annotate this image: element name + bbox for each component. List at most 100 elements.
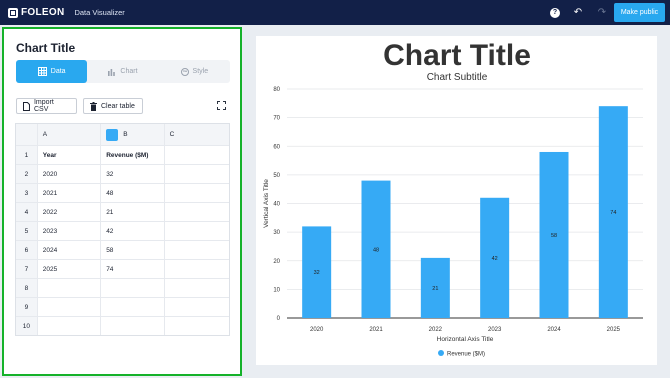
chart-subtitle: Chart Subtitle <box>427 72 488 83</box>
cell[interactable] <box>165 146 229 164</box>
legend-swatch <box>438 350 444 356</box>
cell[interactable] <box>38 298 102 316</box>
clear-table-label: Clear table <box>101 102 135 110</box>
chart-title: Chart Title <box>383 39 531 72</box>
row-number: 4 <box>16 203 38 221</box>
table-row: 7 2025 74 <box>16 259 229 278</box>
undo-icon[interactable]: ↶ <box>572 7 584 18</box>
cell[interactable]: Year <box>38 146 102 164</box>
app-title: Data Visualizer <box>74 8 125 17</box>
cell[interactable] <box>101 279 165 297</box>
y-axis-title: Vertical Axis Title <box>263 179 270 228</box>
cell[interactable]: 2020 <box>38 165 102 183</box>
clear-table-button[interactable]: Clear table <box>83 98 143 114</box>
tab-chart[interactable]: Chart <box>87 60 158 83</box>
row-number: 3 <box>16 184 38 202</box>
logo-text: FOLEON <box>21 7 65 18</box>
table-row: 8 <box>16 278 229 297</box>
import-csv-button[interactable]: Import CSV <box>16 98 77 114</box>
table-row: 10 <box>16 316 229 335</box>
cell[interactable]: 42 <box>101 222 165 240</box>
table-icon <box>37 67 47 76</box>
cell[interactable]: Revenue ($M) <box>101 146 165 164</box>
corner-cell <box>16 124 38 145</box>
data-label: 74 <box>610 210 616 216</box>
cell[interactable]: 32 <box>101 165 165 183</box>
bar-chart-icon <box>108 68 116 76</box>
chart-preview: Chart Title Chart Subtitle 0 10 20 30 40 50 60 70… <box>256 36 657 365</box>
cell[interactable] <box>38 279 102 297</box>
cell[interactable] <box>165 279 229 297</box>
row-number: 2 <box>16 165 38 183</box>
cell[interactable]: 2023 <box>38 222 102 240</box>
tab-style-label: Style <box>192 68 209 75</box>
cell[interactable]: 2025 <box>38 260 102 278</box>
cell[interactable]: 74 <box>101 260 165 278</box>
row-number: 6 <box>16 241 38 259</box>
table-row: 1 Year Revenue ($M) <box>16 145 229 164</box>
cell[interactable] <box>165 203 229 221</box>
cell[interactable] <box>165 184 229 202</box>
data-label: 48 <box>373 247 379 253</box>
redo-icon[interactable]: ↷ <box>596 7 608 18</box>
row-number: 10 <box>16 317 38 335</box>
cell[interactable]: 58 <box>101 241 165 259</box>
x-tick-label: 2021 <box>369 327 383 333</box>
tab-style[interactable]: Style <box>159 60 230 83</box>
series-color-swatch[interactable] <box>106 128 119 141</box>
y-tick-label: 80 <box>273 87 280 93</box>
cell[interactable]: 2024 <box>38 241 102 259</box>
data-label: 21 <box>432 286 438 292</box>
cell[interactable] <box>165 317 229 335</box>
y-tick-label: 0 <box>277 316 281 322</box>
table-row: 5 2023 42 <box>16 221 229 240</box>
cell[interactable] <box>165 298 229 316</box>
row-number: 1 <box>16 146 38 164</box>
y-tick-label: 10 <box>273 287 280 293</box>
column-header-a[interactable]: A <box>38 124 102 145</box>
fullscreen-icon[interactable] <box>217 101 226 110</box>
cell[interactable] <box>165 260 229 278</box>
palette-icon <box>180 67 189 76</box>
file-icon <box>23 101 30 111</box>
column-header-c[interactable]: C <box>165 124 229 145</box>
tab-data[interactable]: Data <box>16 60 88 83</box>
chart-title-heading: Chart Title <box>16 41 76 55</box>
cell[interactable]: 21 <box>101 203 165 221</box>
table-row: 9 <box>16 297 229 316</box>
help-icon[interactable]: ? <box>550 7 560 18</box>
y-tick-label: 60 <box>273 144 280 150</box>
tab-data-label: Data <box>50 68 66 75</box>
cell[interactable]: 2022 <box>38 203 102 221</box>
cell[interactable] <box>101 317 165 335</box>
editor-panel: Chart Title Data Chart Style Import CSV … <box>2 27 242 376</box>
table-header-row: A B C <box>16 124 229 145</box>
x-tick-label: 2020 <box>310 327 324 333</box>
y-tick-label: 70 <box>273 116 280 122</box>
row-number: 8 <box>16 279 38 297</box>
y-tick-label: 50 <box>273 173 280 179</box>
trash-icon <box>90 101 97 111</box>
top-bar: FOLEON Data Visualizer ? ↶ ↷ Make public <box>0 0 670 25</box>
y-tick-label: 40 <box>273 202 280 208</box>
make-public-button[interactable]: Make public <box>614 3 665 22</box>
cell[interactable] <box>38 317 102 335</box>
cell[interactable] <box>165 165 229 183</box>
cell[interactable] <box>165 241 229 259</box>
data-label: 42 <box>492 256 498 262</box>
column-header-b[interactable]: B <box>101 124 165 145</box>
cell[interactable]: 48 <box>101 184 165 202</box>
cell[interactable]: 2021 <box>38 184 102 202</box>
foleon-logo: FOLEON <box>8 7 64 18</box>
row-number: 9 <box>16 298 38 316</box>
logo-mark-icon <box>8 7 18 18</box>
legend-label: Revenue ($M) <box>447 352 485 358</box>
x-tick-label: 2024 <box>547 327 561 333</box>
y-tick-label: 30 <box>273 230 280 236</box>
cell[interactable] <box>165 222 229 240</box>
table-row: 6 2024 58 <box>16 240 229 259</box>
cell[interactable] <box>101 298 165 316</box>
x-tick-label: 2025 <box>607 327 621 333</box>
x-tick-label: 2023 <box>488 327 502 333</box>
x-axis-title: Horizontal Axis Title <box>437 336 494 343</box>
